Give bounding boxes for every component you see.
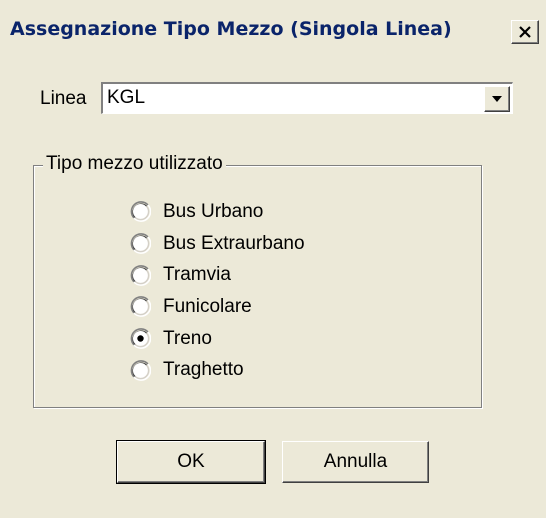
tipo-mezzo-radio-group: Bus Urbano Bus Extraurbano Tramvia Funic… (130, 196, 305, 386)
radio-option[interactable]: Bus Extraurbano (130, 228, 305, 260)
linea-label: Linea (40, 88, 87, 109)
radio-option[interactable]: Tramvia (130, 259, 305, 291)
radio-option[interactable]: Bus Urbano (130, 196, 305, 228)
radio-button-icon[interactable] (130, 233, 151, 254)
radio-button-icon[interactable] (130, 296, 151, 318)
linea-value: KGL (107, 87, 146, 108)
close-button[interactable] (511, 20, 539, 44)
radio-button-icon[interactable] (130, 359, 151, 381)
radio-option[interactable]: Treno (130, 323, 305, 355)
tipo-mezzo-legend: Tipo mezzo utilizzato (43, 153, 226, 175)
ok-button[interactable]: OK (116, 440, 266, 484)
radio-option[interactable]: Funicolare (130, 291, 305, 323)
radio-button-icon[interactable] (130, 328, 151, 349)
linea-dropdown-button[interactable] (484, 86, 510, 112)
linea-combobox[interactable]: KGL (101, 82, 513, 114)
radio-button-icon[interactable] (130, 264, 151, 286)
radio-label: Tramvia (163, 264, 231, 286)
radio-option[interactable]: Traghetto (130, 354, 305, 386)
radio-label: Funicolare (163, 295, 252, 317)
title-bar: Assegnazione Tipo Mezzo (Singola Linea) (0, 0, 546, 54)
radio-label: Bus Urbano (163, 200, 264, 222)
radio-label: Traghetto (163, 359, 244, 381)
close-icon (519, 26, 531, 38)
radio-label: Treno (163, 327, 212, 349)
cancel-button[interactable]: Annulla (282, 441, 429, 483)
radio-label: Bus Extraurbano (163, 232, 305, 254)
radio-button-icon[interactable] (130, 201, 151, 223)
chevron-down-icon (492, 96, 502, 102)
window-title: Assegnazione Tipo Mezzo (Singola Linea) (10, 18, 452, 40)
